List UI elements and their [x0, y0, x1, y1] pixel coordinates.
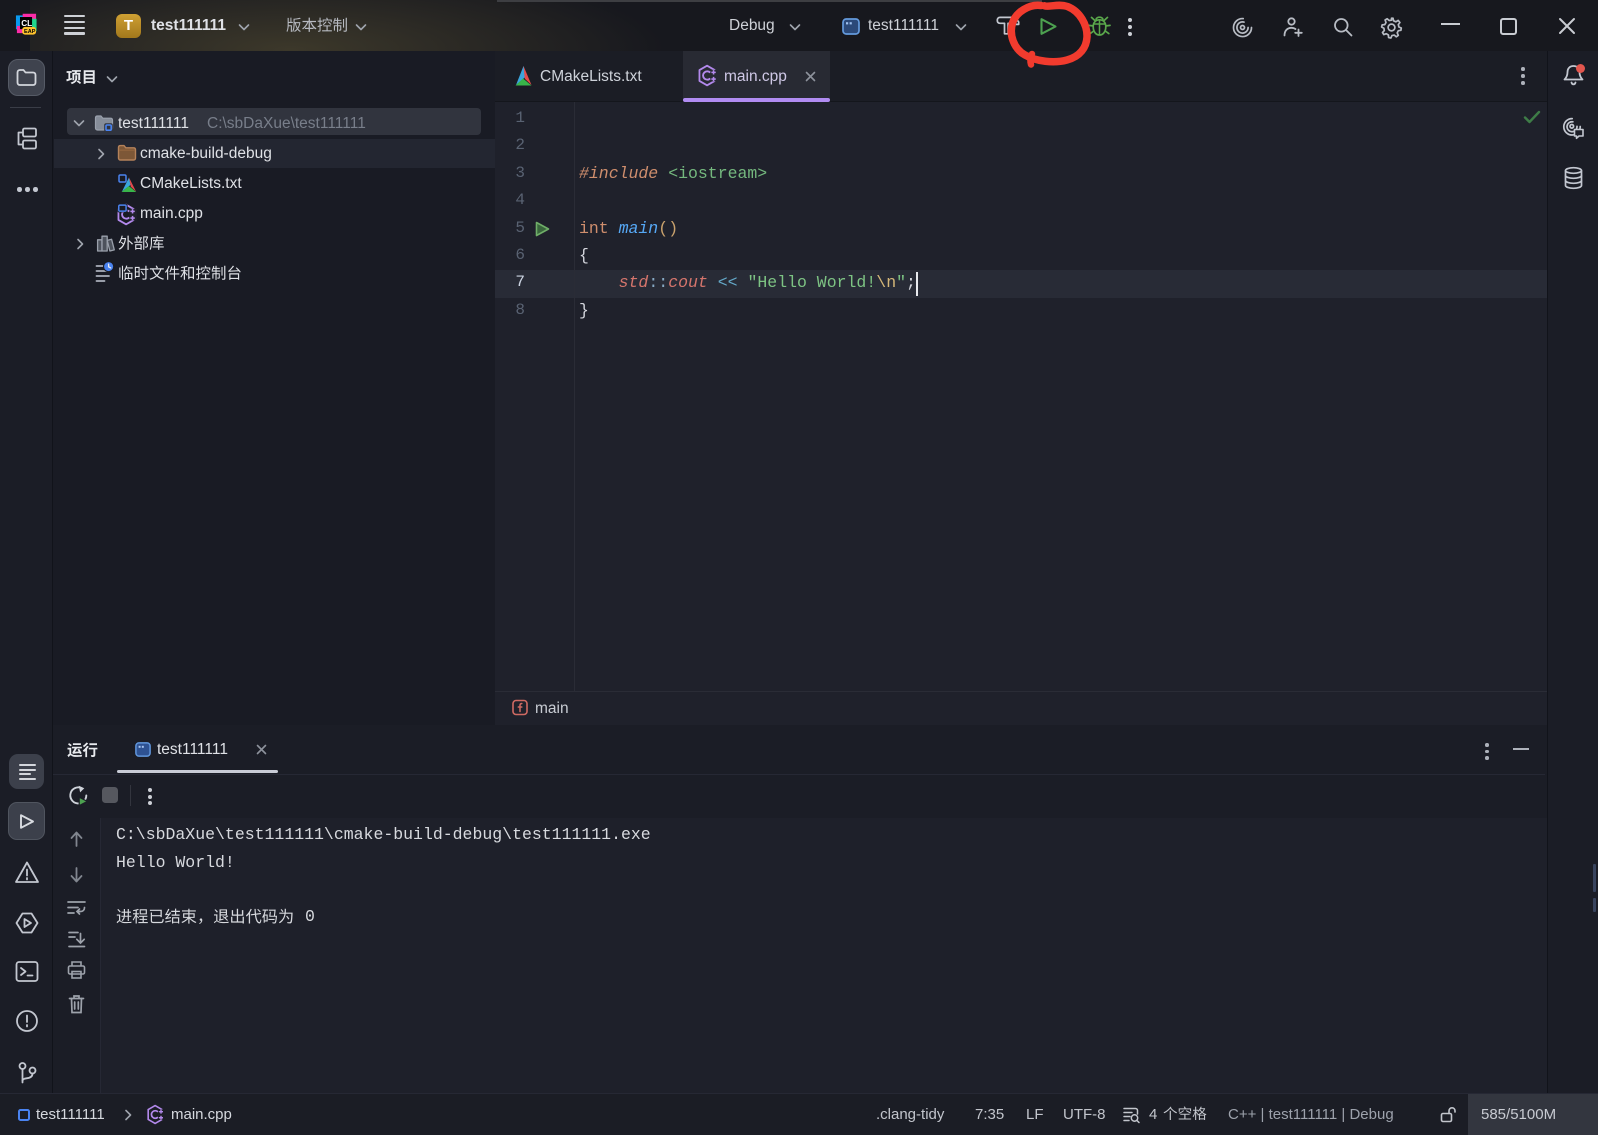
svg-text:EAP: EAP — [24, 29, 36, 35]
svg-text:CL: CL — [21, 19, 32, 28]
